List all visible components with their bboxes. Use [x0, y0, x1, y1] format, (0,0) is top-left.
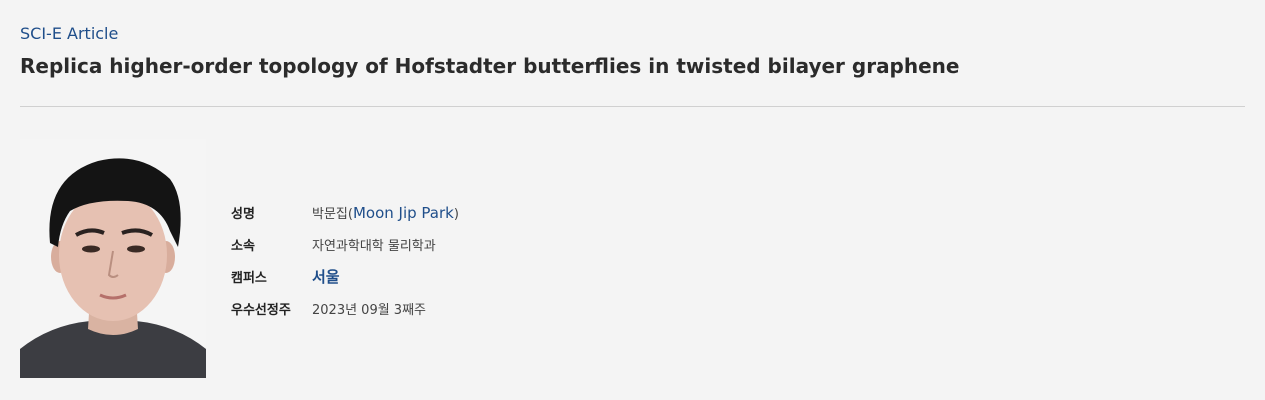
- divider: [20, 106, 1245, 107]
- campus-row: 캠퍼스 서울: [231, 260, 459, 292]
- campus-value: 서울: [312, 267, 340, 286]
- affiliation-row: 소속 자연과학대학 물리학과: [231, 228, 459, 260]
- name-korean: 박문집(: [312, 206, 353, 222]
- profile-photo: [20, 139, 206, 378]
- affiliation-label: 소속: [231, 238, 255, 254]
- profile-info: 성명 박문집(Moon Jip Park) 소속 자연과학대학 물리학과 캠퍼스…: [231, 196, 459, 324]
- selection-week-row: 우수선정주 2023년 09월 3째주: [231, 292, 459, 324]
- article-title: Replica higher-order topology of Hofstad…: [20, 54, 960, 78]
- article-card: SCI-E Article Replica higher-order topol…: [0, 0, 1265, 400]
- name-english: Moon Jip Park: [352, 203, 454, 222]
- selection-week-value: 2023년 09월 3째주: [312, 302, 427, 318]
- name-label: 성명: [231, 206, 255, 222]
- name-row: 성명 박문집(Moon Jip Park): [231, 196, 459, 228]
- person-photo-icon: [20, 139, 206, 378]
- affiliation-value: 자연과학대학 물리학과: [312, 238, 436, 254]
- name-close-paren: ): [453, 206, 459, 222]
- article-category: SCI-E Article: [20, 24, 119, 43]
- name-value: 박문집(Moon Jip Park): [312, 203, 459, 222]
- campus-label: 캠퍼스: [231, 270, 267, 286]
- selection-week-label: 우수선정주: [231, 302, 291, 318]
